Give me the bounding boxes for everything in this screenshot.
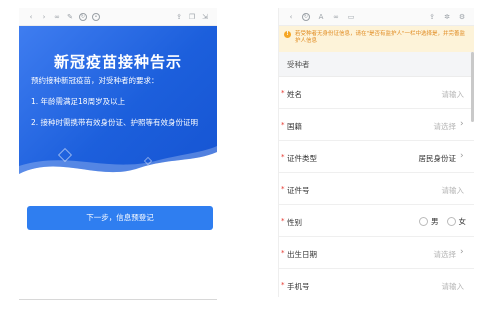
id-number-input[interactable]: 请输入 [442,185,465,196]
banner-requirement-2: 2. 接种时需携带有效身份证、护照等有效身份证明 [31,118,199,127]
notice-banner: 新冠疫苗接种告示 预约接种新冠疫苗，对受种者的要求： 1. 年龄需满足18周岁及… [19,26,217,184]
settings-icon[interactable]: ⚙ [458,13,466,21]
next-step-button[interactable]: 下一步，信息预登记 [27,206,213,230]
notice-text: 若受种者无身份证信息，请在"是否有监护人"一栏中选择是，并完善监护人信息 [295,31,466,44]
female-label[interactable]: 女 [459,216,467,227]
required-mark: * [281,249,285,257]
male-radio[interactable] [419,217,428,226]
notice-bar: ! 若受种者无身份证信息，请在"是否有监护人"一栏中选择是，并完善监护人信息 [279,26,474,52]
required-mark: * [281,153,285,161]
nationality-select[interactable]: 请选择 [434,121,457,132]
chevron-right-icon: › [460,151,464,161]
info-icon: ! [284,31,291,38]
gender-radio-group: 男 女 [419,216,466,227]
field-label: 国籍 [287,122,302,131]
male-label[interactable]: 男 [431,216,439,227]
settings-icon[interactable]: • [92,12,100,21]
gear-icon[interactable]: ✲ [443,13,451,21]
link-icon[interactable]: ∞ [332,13,340,21]
share-icon[interactable]: ⇪ [175,13,183,21]
registration-form-screen: ‹ ↻ A ∞ ▭ ⇪ ✲ ⚙ ! 若受种者无身份证信息，请在"是否有监护人"一… [278,8,474,297]
link-icon[interactable]: ∞ [53,13,61,21]
name-field[interactable]: * 姓名 请输入 [279,77,474,109]
refresh-icon[interactable]: ↻ [302,12,310,21]
font-icon[interactable]: A [317,13,325,21]
field-label: 姓名 [287,90,302,99]
chevron-right-icon: › [460,247,464,257]
phone-field[interactable]: * 手机号 请输入 [279,269,474,297]
banner-requirement-1: 1. 年龄需满足18周岁及以上 [31,97,126,106]
name-input[interactable]: 请输入 [442,89,465,100]
field-label: 证件号 [287,186,310,195]
phone-input[interactable]: 请输入 [442,281,465,292]
banner-intro: 预约接种新冠疫苗，对受种者的要求： [31,76,159,85]
field-label: 证件类型 [287,154,317,163]
banner-title: 新冠疫苗接种告示 [53,53,182,71]
back-icon[interactable]: ‹ [27,13,35,21]
id-type-select[interactable]: 居民身份证 [419,153,457,164]
back-icon[interactable]: ‹ [287,13,295,21]
scrollbar[interactable] [471,52,474,122]
required-mark: * [281,217,285,225]
field-label: 出生日期 [287,250,317,259]
required-mark: * [281,89,285,97]
top-toolbar: ‹ › ∞ ✎ ↻ • ⇪ ❐ ⇲ [19,8,217,26]
share-icon[interactable]: ⇪ [428,13,436,21]
field-label: 手机号 [287,282,310,291]
nationality-field[interactable]: * 国籍 请选择 › [279,109,474,141]
copy-icon[interactable]: ❐ [188,13,196,21]
birth-date-field[interactable]: * 出生日期 请选择 › [279,237,474,269]
birth-date-select[interactable]: 请选择 [434,249,457,260]
window-icon[interactable]: ▭ [347,13,355,21]
vaccine-notice-screen: ‹ › ∞ ✎ ↻ • ⇪ ❐ ⇲ 新冠疫苗接种告示 预约接种新冠疫苗，对受种者… [19,8,217,300]
field-label: 性别 [287,218,302,227]
female-radio[interactable] [446,217,456,226]
id-type-field[interactable]: * 证件类型 居民身份证 › [279,141,474,173]
edit-icon[interactable]: ✎ [66,13,74,21]
chevron-right-icon: › [460,119,464,129]
id-number-field[interactable]: * 证件号 请输入 [279,173,474,205]
forward-icon[interactable]: › [40,13,48,21]
top-toolbar: ‹ ↻ A ∞ ▭ ⇪ ✲ ⚙ [279,8,474,26]
section-title: 受种者 [279,52,474,77]
required-mark: * [281,121,285,129]
gender-field: * 性别 男 女 [279,205,474,237]
export-icon[interactable]: ⇲ [201,13,209,21]
refresh-icon[interactable]: ↻ [79,12,87,21]
required-mark: * [281,281,285,289]
required-mark: * [281,185,285,193]
banner-wave [19,146,217,184]
bottom-divider [19,299,217,300]
